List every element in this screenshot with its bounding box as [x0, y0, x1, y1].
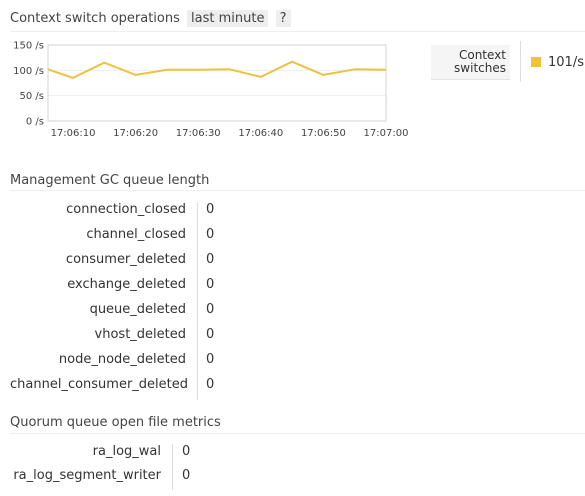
y-tick-label: 100 /s [13, 66, 44, 77]
x-tick-label: 17:06:50 [301, 128, 346, 139]
x-tick-label: 17:06:30 [176, 128, 221, 139]
chart-svg: 150 /s 100 /s 50 /s 0 /s 17:06:10 17:06:20 17:… [13, 41, 409, 140]
row-label: exchange_deleted [67, 277, 186, 292]
quorum-heading: Quorum queue open file metrics [10, 415, 221, 430]
context-switch-divider [10, 31, 585, 32]
table-column-divider [197, 202, 198, 400]
row-value: 0 [206, 302, 215, 317]
table-row: channel_closed 0 [10, 227, 214, 252]
row-label: ra_log_segment_writer [13, 468, 161, 483]
table-row: consumer_deleted 0 [10, 252, 214, 277]
row-label: node_node_deleted [58, 352, 186, 367]
x-tick-label: 17:06:10 [51, 128, 96, 139]
y-tick-label: 50 /s [20, 91, 44, 102]
table-row: connection_closed 0 [10, 202, 214, 227]
legend-current-value: 101/s [548, 55, 584, 70]
row-label: channel_closed [86, 227, 186, 242]
row-value: 0 [182, 468, 191, 483]
table-row: exchange_deleted 0 [10, 277, 214, 302]
row-label: queue_deleted [89, 302, 186, 317]
legend-series-box: Context switches [431, 45, 510, 80]
row-label: connection_closed [66, 202, 186, 217]
y-tick-label: 0 /s [26, 117, 44, 128]
row-value: 0 [206, 277, 215, 292]
y-tick-label: 150 /s [13, 41, 44, 52]
row-value: 0 [206, 352, 215, 367]
x-tick-label: 17:06:20 [113, 128, 158, 139]
table-column-divider [172, 444, 173, 490]
table-row: vhost_deleted 0 [10, 327, 215, 352]
row-label: channel_consumer_deleted [10, 377, 189, 392]
table-row: ra_log_segment_writer 0 [10, 468, 190, 493]
context-switch-chart: 150 /s 100 /s 50 /s 0 /s 17:06:10 17:06:20 17:… [0, 40, 420, 150]
series-line [47, 60, 387, 79]
time-range-button[interactable]: last minute [187, 10, 269, 27]
row-value: 0 [206, 202, 215, 217]
row-label: ra_log_wal [92, 444, 161, 459]
table-row: channel_consumer_deleted 0 [10, 377, 214, 402]
row-value: 0 [206, 252, 215, 267]
plot-frame [47, 44, 387, 122]
legend-divider [520, 41, 521, 82]
gc-queue-heading: Management GC queue length [10, 173, 210, 188]
row-value: 0 [206, 377, 215, 392]
table-row: queue_deleted 0 [10, 302, 215, 327]
row-label: consumer_deleted [65, 252, 186, 267]
legend-series-label: Context switches [454, 48, 506, 75]
row-value: 0 [182, 444, 191, 459]
legend-swatch [531, 57, 541, 67]
context-switch-heading: Context switch operations last minute ? [10, 10, 291, 27]
row-value: 0 [206, 327, 215, 342]
context-switch-title: Context switch operations [10, 11, 180, 26]
row-value: 0 [206, 227, 215, 242]
quorum-divider [10, 433, 585, 434]
row-label: vhost_deleted [94, 327, 186, 342]
gc-queue-divider [10, 190, 585, 191]
x-tick-label: 17:07:00 [364, 128, 409, 139]
table-row: node_node_deleted 0 [10, 352, 214, 377]
table-row: ra_log_wal 0 [10, 444, 191, 469]
x-tick-label: 17:06:40 [238, 128, 283, 139]
help-button[interactable]: ? [275, 10, 291, 27]
